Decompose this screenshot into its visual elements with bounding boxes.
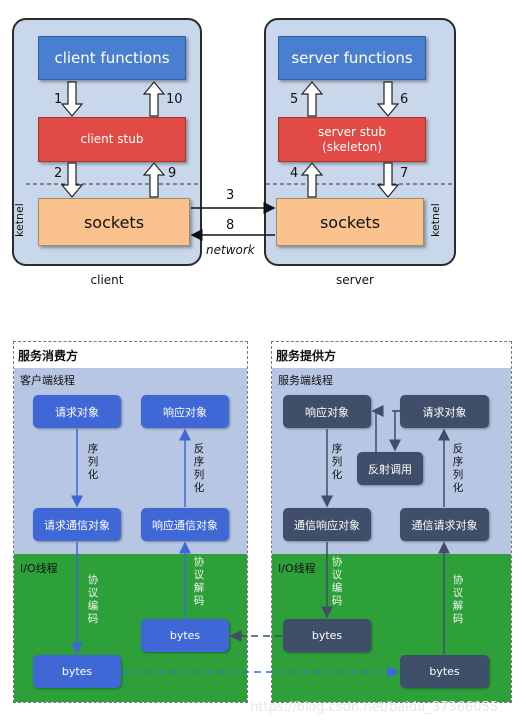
provider-reflection-in-arrow <box>389 410 401 452</box>
provider-reflection-out-arrow <box>371 405 384 468</box>
flow-arrows-layer <box>71 405 450 678</box>
watermark: https://blog.csdn.net/baidu_37366055 <box>250 700 499 715</box>
